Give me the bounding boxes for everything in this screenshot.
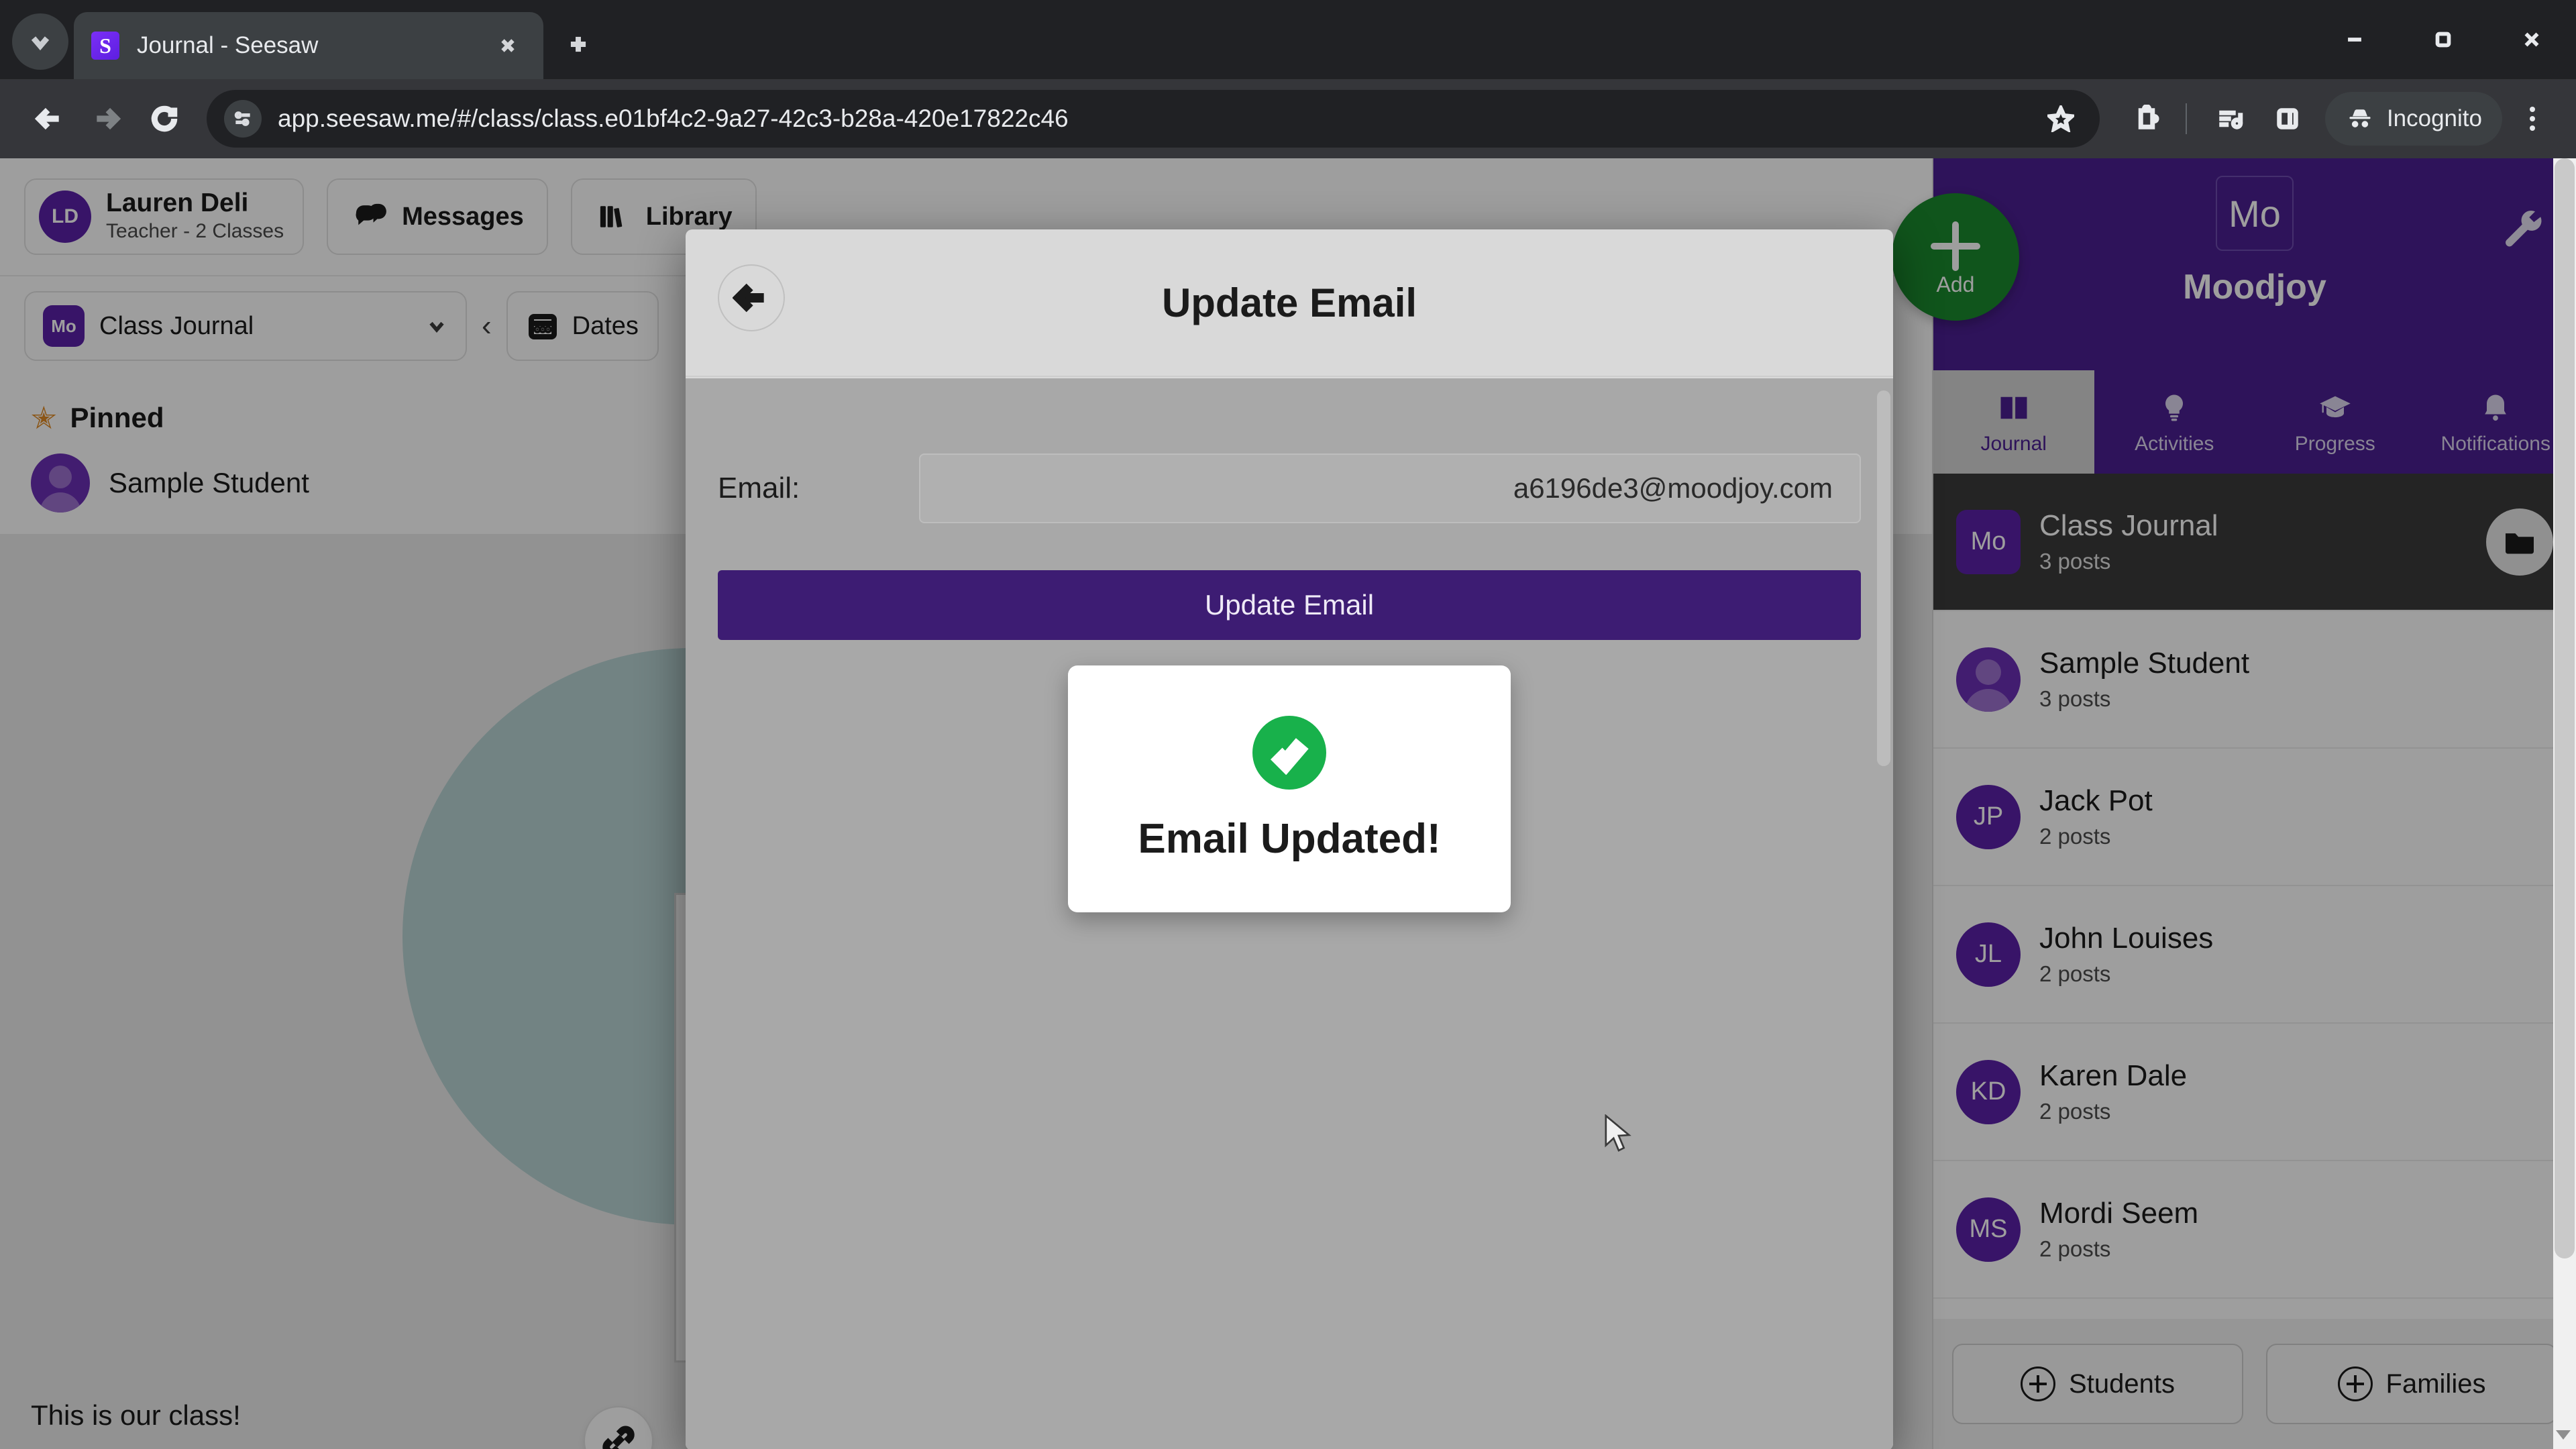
chevron-down-icon — [31, 36, 50, 51]
close-icon — [501, 39, 515, 52]
check-circle-icon — [1252, 715, 1326, 790]
email-label: Email: — [718, 472, 800, 504]
reading-list-icon — [2219, 110, 2243, 129]
email-form-row: Email: a6196de3@moodjoy.com — [686, 378, 1893, 523]
maximize-icon — [2435, 32, 2451, 48]
page-scrollbar-thumb[interactable] — [2555, 158, 2575, 1258]
extensions-icon — [2138, 105, 2159, 129]
site-settings-icon — [234, 111, 250, 126]
incognito-label: Incognito — [2386, 105, 2482, 131]
tab-close-button[interactable] — [490, 28, 526, 64]
back-arrow-icon — [733, 283, 764, 313]
plus-icon — [570, 36, 586, 52]
close-icon — [2524, 32, 2539, 47]
bookmark-button[interactable] — [2039, 97, 2082, 140]
address-bar[interactable]: app.seesaw.me/#/class/class.e01bf4c2-9a2… — [207, 90, 2100, 148]
mouse-cursor — [1605, 1114, 1631, 1152]
tab-search-button[interactable] — [12, 13, 68, 70]
browser-toolbar: app.seesaw.me/#/class/class.e01bf4c2-9a2… — [0, 79, 2576, 158]
browser-tab[interactable]: S Journal - Seesaw — [74, 12, 543, 79]
incognito-indicator[interactable]: Incognito — [2324, 92, 2502, 146]
page-scroll-down-arrow-icon[interactable] — [2556, 1430, 2571, 1440]
new-tab-button[interactable] — [553, 19, 604, 70]
extensions-button[interactable] — [2120, 92, 2174, 146]
close-window-button[interactable] — [2487, 0, 2576, 79]
forward-button[interactable] — [78, 90, 136, 148]
update-email-modal: Update Email Email: a6196de3@moodjoy.com… — [686, 229, 1893, 1449]
modal-back-button[interactable] — [718, 264, 785, 331]
modal-scrollbar-thumb[interactable] — [1877, 390, 1890, 766]
maximize-button[interactable] — [2399, 0, 2487, 79]
tab-title: Journal - Seesaw — [137, 32, 319, 58]
update-email-button[interactable]: Update Email — [718, 570, 1861, 640]
email-field[interactable]: a6196de3@moodjoy.com — [919, 453, 1861, 523]
favicon-seesaw: S — [91, 32, 119, 60]
window-controls — [2310, 0, 2576, 79]
modal-body: Email: a6196de3@moodjoy.com Update Email… — [686, 378, 1893, 1449]
kebab-menu-icon — [2530, 116, 2535, 121]
minimize-icon — [2348, 38, 2361, 42]
url-text: app.seesaw.me/#/class/class.e01bf4c2-9a2… — [278, 105, 1069, 132]
back-button[interactable] — [20, 90, 78, 148]
forward-arrow-icon — [97, 107, 121, 130]
reload-button[interactable] — [136, 90, 193, 148]
success-toast: Email Updated! — [1068, 665, 1511, 912]
browser-window: S Journal - Seesaw app.seesaw.me/#/class… — [0, 0, 2576, 1449]
toolbar-divider — [2185, 103, 2187, 134]
incognito-icon — [2349, 109, 2371, 127]
star-icon — [2047, 105, 2074, 132]
site-settings-button[interactable] — [224, 100, 262, 138]
page-viewport: LD Lauren Deli Teacher - 2 Classes Messa… — [0, 158, 2576, 1449]
side-panel-button[interactable] — [2261, 92, 2314, 146]
modal-header: Update Email — [686, 229, 1893, 377]
minimize-button[interactable] — [2310, 0, 2399, 79]
reading-list-button[interactable] — [2203, 92, 2257, 146]
browser-menu-button[interactable] — [2509, 92, 2556, 146]
toast-message: Email Updated! — [1138, 815, 1441, 862]
back-arrow-icon — [34, 107, 59, 130]
modal-title: Update Email — [1161, 280, 1417, 325]
tab-strip: S Journal - Seesaw — [0, 0, 2576, 79]
reload-icon — [151, 105, 178, 132]
side-panel-icon — [2277, 108, 2298, 129]
